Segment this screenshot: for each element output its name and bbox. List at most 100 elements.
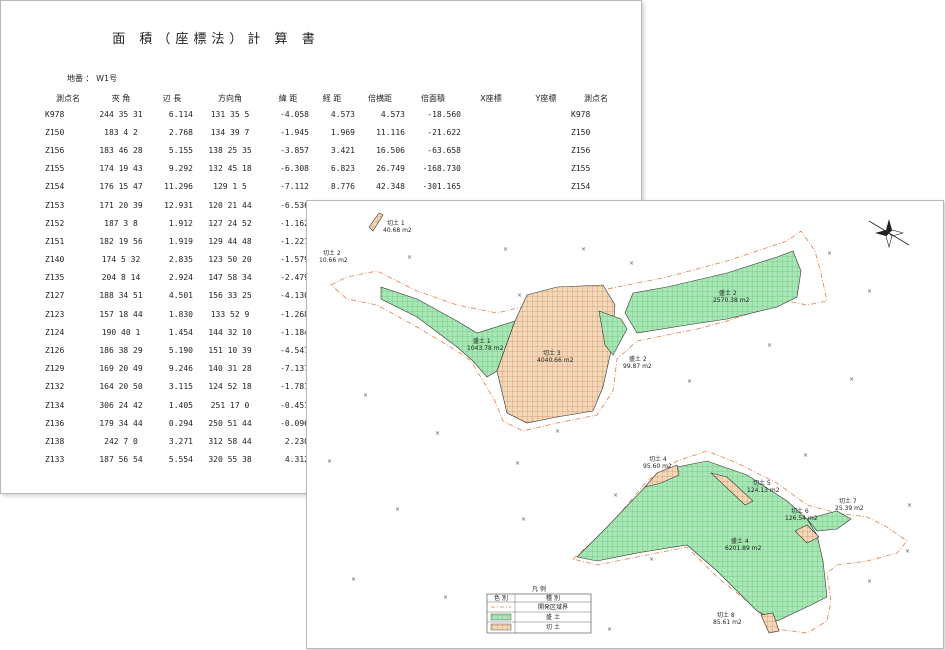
table-cell-angle: 183 46 28 (99, 145, 143, 155)
table-cell-dir: 147 58 34 (208, 273, 252, 283)
legend-row-fill: 盛 土 (546, 613, 560, 621)
table-cell-dir: 133 52 9 (210, 309, 250, 319)
table-cell-dep: 6.823 (330, 164, 355, 174)
legend-row-cut: 切 土 (546, 623, 560, 631)
label-cut-8: 切土 8 (717, 611, 735, 619)
legend-row-boundary: 開発区域界 (538, 603, 568, 611)
table-cell-side: 9.246 (168, 364, 193, 374)
label-fill-4: 盛土 4 (731, 537, 749, 545)
table-cell-name: Z136 (45, 418, 65, 428)
table-cell-name: Z138 (45, 436, 65, 446)
table-cell-area: -21.622 (427, 127, 461, 137)
table-cell-angle: 176 15 47 (99, 182, 143, 192)
table-row: Z154 176 15 47 11.296 129 1 5 -7.112 8.776 42.… (45, 178, 621, 196)
survey-point-marker: × (521, 516, 526, 523)
table-cell-y (521, 141, 571, 159)
table-cell-lat: -6.308 (280, 164, 309, 174)
table-cell-name: Z140 (45, 255, 65, 265)
table-cell-angle: 169 20 49 (99, 364, 143, 374)
table-cell-name: K978 (45, 109, 65, 119)
col-header: 緯 距 (278, 93, 298, 103)
survey-point-marker: × (555, 428, 560, 435)
table-cell-angle: 188 34 51 (99, 291, 143, 301)
col-header: 測点名 (56, 93, 80, 103)
table-cell-dir: 156 33 25 (208, 291, 252, 301)
table-cell-lat: 2.230 (284, 436, 309, 446)
map-legend: 凡 例 色 別 種 別 開発区域界 盛 土 切 土 (486, 585, 592, 634)
table-cell-name: Z126 (45, 346, 65, 356)
table-cell-dir: 144 32 10 (208, 327, 252, 337)
table-cell-name: Z151 (45, 236, 65, 246)
fill-area-2 (624, 250, 802, 334)
table-cell-side: 3.271 (168, 436, 193, 446)
table-cell-lat: -1.227 (280, 236, 309, 246)
table-cell-dir: 131 35 5 (210, 109, 250, 119)
table-cell-lat: -1.781 (280, 382, 309, 392)
fill-area-4 (576, 460, 828, 622)
table-cell-side: 6.114 (168, 109, 193, 119)
table-cell-lat: -3.857 (280, 145, 309, 155)
label-cut-1: 切土 1 (387, 219, 405, 227)
table-cell-dep: 1.969 (330, 127, 355, 137)
table-row: Z156 183 46 28 5.155 138 25 35 -3.857 3.421 16… (45, 141, 621, 159)
survey-point-marker: × (629, 260, 634, 267)
table-cell-angle: 186 38 29 (99, 346, 143, 356)
sheet-title: 面 積（座標法）計 算 書 (112, 32, 320, 47)
table-cell-name: Z129 (45, 364, 65, 374)
table-cell-side: 1.830 (168, 309, 193, 319)
survey-point-marker: × (907, 502, 912, 509)
table-cell-lat: -0.451 (280, 400, 309, 410)
table-cell-dir: 127 24 52 (208, 218, 252, 228)
table-cell-angle: 164 20 50 (99, 382, 143, 392)
label-cut-6-area: 126.54 m2 (785, 515, 818, 522)
table-cell-lat: -7.112 (280, 182, 309, 192)
table-cell-name: Z150 (45, 127, 65, 137)
table-cell-lat: -1.184 (280, 327, 309, 337)
table-cell-side: 0.294 (168, 418, 193, 428)
table-cell-lat: -1.162 (280, 218, 309, 228)
table-cell-dmd: 11.116 (376, 127, 405, 137)
table-cell-dir: 138 25 35 (208, 145, 252, 155)
survey-point-marker: × (613, 492, 618, 499)
table-cell-side: 2.768 (168, 127, 193, 137)
survey-point-marker: × (517, 292, 522, 299)
legend-col-color: 色 別 (494, 594, 508, 602)
table-cell-angle: 187 56 54 (99, 455, 143, 465)
table-cell-angle: 183 4 2 (104, 127, 138, 137)
table-cell-lat: -4.058 (280, 109, 309, 119)
table-cell-dir: 129 1 5 (213, 182, 247, 192)
survey-point-marker: × (867, 578, 872, 585)
label-cut-8-area: 85.61 m2 (713, 619, 742, 626)
table-cell-dir: 140 31 28 (208, 364, 252, 374)
survey-point-marker: × (395, 506, 400, 513)
table-cell-name: Z153 (45, 200, 65, 210)
table-cell-lat: -6.536 (280, 200, 309, 210)
table-cell-lat: -1.945 (280, 127, 309, 137)
cut-area-1 (368, 212, 384, 232)
survey-point-marker: × (503, 246, 508, 253)
table-cell-area: -168.730 (422, 164, 461, 174)
table-row: K978 244 35 31 6.114 131 35 5 -4.058 4.573 4.5… (45, 105, 621, 123)
table-cell-name: Z123 (45, 309, 65, 319)
table-cell-dir: 120 21 44 (208, 200, 252, 210)
table-cell-angle: 171 20 39 (99, 200, 143, 210)
table-cell-lat: -2.479 (280, 273, 309, 283)
table-cell-name: Z155 (45, 164, 65, 174)
table-cell-dir: 129 44 48 (208, 236, 252, 246)
label-cut-7: 切土 7 (839, 497, 857, 505)
label-cut-7-area: 25.39 m2 (835, 505, 864, 512)
label-cut-1-area: 40.68 m2 (383, 227, 412, 234)
table-cell-x (461, 178, 521, 196)
survey-point-marker: × (849, 376, 854, 383)
survey-point-marker: × (767, 342, 772, 349)
table-cell-dir: 251 17 0 (210, 400, 250, 410)
survey-point-marker: × (803, 452, 808, 459)
col-header: 測点名 (584, 93, 608, 103)
table-cell-angle: 190 40 1 (101, 327, 141, 337)
table-cell-angle: 157 18 44 (99, 309, 143, 319)
survey-point-marker: × (649, 556, 654, 563)
survey-point-marker: × (867, 288, 872, 295)
table-row: Z155 174 19 43 9.292 132 45 18 -6.308 6.823 26… (45, 160, 621, 178)
table-cell-lat: -0.096 (280, 418, 309, 428)
table-cell-name2: K978 (571, 109, 591, 119)
